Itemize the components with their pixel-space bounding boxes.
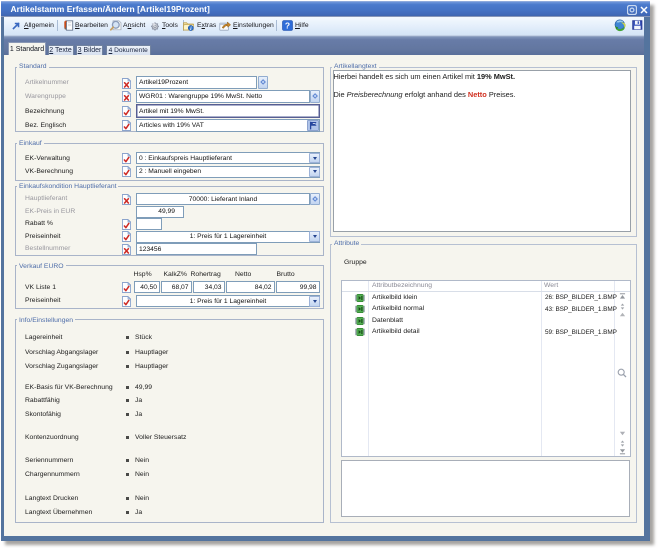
svg-text:?: ? bbox=[285, 21, 290, 31]
